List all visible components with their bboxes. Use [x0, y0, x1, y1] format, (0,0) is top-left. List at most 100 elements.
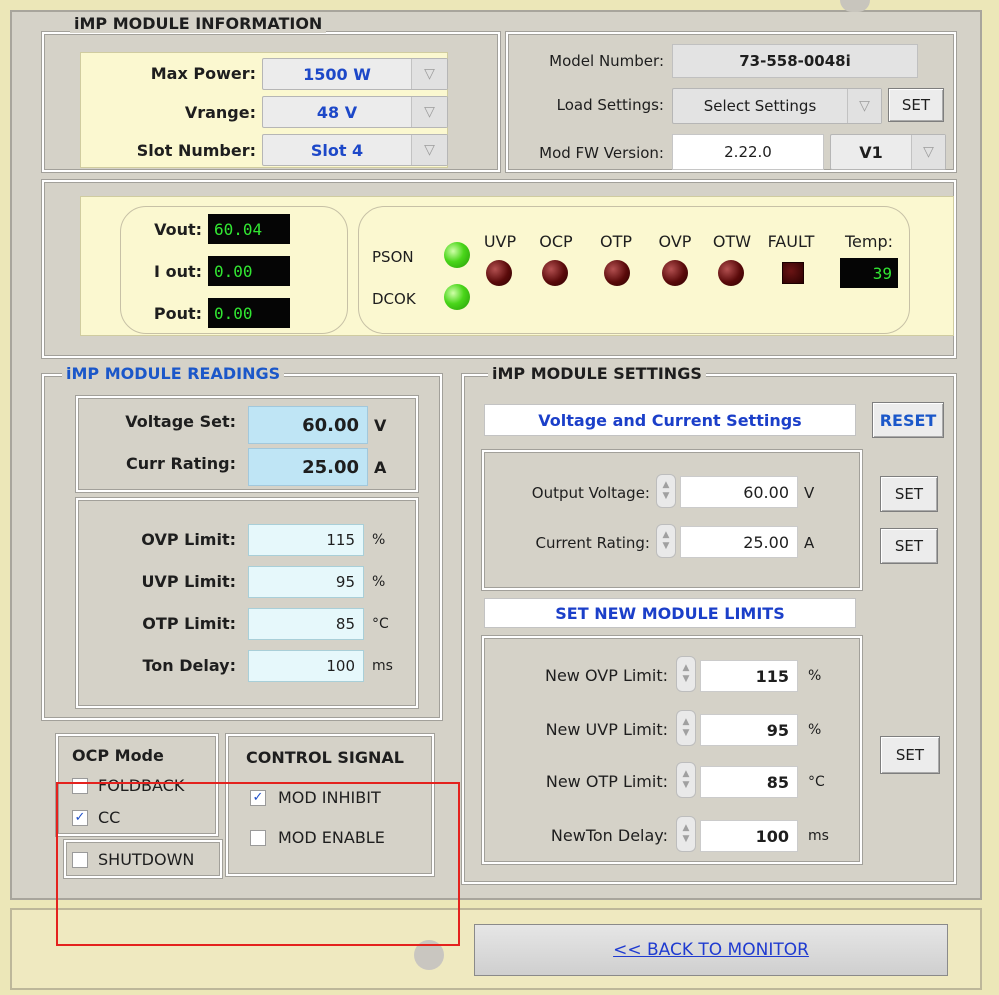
output-voltage-set-button[interactable]: SET: [880, 476, 938, 512]
chevron-down-icon[interactable]: ▽: [411, 59, 447, 89]
pout-label: Pout:: [153, 304, 202, 323]
uvp-limit-label: UVP Limit:: [141, 572, 236, 591]
new-ton-label: NewTon Delay:: [550, 826, 668, 845]
new-uvp-unit: %: [808, 722, 822, 738]
status-indicators-box: [358, 206, 910, 334]
reset-button[interactable]: RESET: [872, 402, 944, 438]
otp-label: OTP: [599, 232, 632, 251]
fault-label: FAULT: [767, 232, 815, 251]
ton-delay-value: 100: [248, 650, 364, 682]
output-voltage-input[interactable]: 60.00: [680, 476, 798, 508]
max-power-label: Max Power:: [150, 64, 256, 83]
fault-indicator: [782, 262, 804, 284]
otp-limit-unit: °C: [372, 616, 389, 632]
load-settings-label: Load Settings:: [556, 96, 664, 114]
ovp-limit-unit: %: [372, 532, 386, 548]
new-ovp-unit: %: [808, 668, 822, 684]
pson-led: [444, 242, 470, 268]
curr-rating-unit: A: [374, 458, 387, 477]
current-rating-input[interactable]: 25.00: [680, 526, 798, 558]
chevron-down-icon[interactable]: ▽: [411, 135, 447, 165]
module-info-legend: iMP MODULE INFORMATION: [70, 14, 327, 33]
output-voltage-spinner[interactable]: ▲ ▼: [656, 474, 676, 508]
chevron-down-icon[interactable]: ▽: [911, 135, 945, 169]
ovp-limit-label: OVP Limit:: [141, 530, 236, 549]
uvp-limit-unit: %: [372, 574, 386, 590]
new-otp-unit: °C: [808, 774, 825, 790]
ocp-mode-title: OCP Mode: [72, 746, 164, 765]
uvp-led: [486, 260, 512, 286]
new-otp-spinner[interactable]: ▲ ▼: [676, 762, 696, 798]
fw-version-select-value: V1: [859, 142, 883, 162]
ton-delay-label: Ton Delay:: [142, 656, 237, 675]
limits-set-button[interactable]: SET: [880, 736, 940, 774]
slot-number-label: Slot Number:: [136, 141, 256, 160]
chevron-down-icon[interactable]: ▽: [847, 89, 881, 123]
vrange-value: 48 V: [316, 102, 358, 122]
current-rating-set-button[interactable]: SET: [880, 528, 938, 564]
model-number-value: 73-558-0048i: [672, 44, 918, 78]
new-uvp-label: New UVP Limit:: [545, 720, 668, 739]
ovp-limit-value: 115: [248, 524, 364, 556]
control-signal-title: CONTROL SIGNAL: [246, 748, 404, 767]
slot-number-value: Slot 4: [310, 140, 364, 160]
fw-version-value: 2.22.0: [672, 134, 824, 170]
new-ton-spinner[interactable]: ▲ ▼: [676, 816, 696, 852]
new-ton-input[interactable]: 100: [700, 820, 798, 852]
output-voltage-unit: V: [804, 484, 815, 502]
dcok-label: DCOK: [372, 290, 416, 308]
voltage-current-box: [482, 450, 862, 590]
new-uvp-spinner[interactable]: ▲ ▼: [676, 710, 696, 746]
load-settings-select[interactable]: Select Settings ▽: [672, 88, 882, 124]
voltage-set-value: 60.00: [248, 406, 368, 444]
otw-label: OTW: [712, 232, 752, 251]
ocp-label: OCP: [539, 232, 573, 251]
iout-display: 0.00: [208, 256, 290, 286]
model-number-label: Model Number:: [549, 52, 664, 70]
voltage-set-label: Voltage Set:: [125, 412, 236, 431]
new-uvp-input[interactable]: 95: [700, 714, 798, 746]
fw-version-label: Mod FW Version:: [539, 144, 664, 162]
fw-version-select[interactable]: V1 ▽: [830, 134, 946, 170]
uvp-limit-value: 95: [248, 566, 364, 598]
vrange-select[interactable]: 48 V ▽: [262, 96, 448, 128]
ton-delay-unit: ms: [372, 658, 393, 674]
back-to-monitor-button[interactable]: << BACK TO MONITOR: [474, 924, 948, 976]
readings-legend: iMP MODULE READINGS: [62, 364, 285, 383]
pson-label: PSON: [372, 248, 414, 266]
otp-led: [604, 260, 630, 286]
load-settings-set-button[interactable]: SET: [888, 88, 944, 122]
iout-label: I out:: [154, 262, 202, 281]
max-power-value: 1500 W: [303, 64, 371, 84]
otp-limit-label: OTP Limit:: [142, 614, 236, 633]
new-otp-input[interactable]: 85: [700, 766, 798, 798]
settings-legend: iMP MODULE SETTINGS: [488, 364, 706, 383]
current-rating-unit: A: [804, 534, 815, 552]
slot-number-select[interactable]: Slot 4 ▽: [262, 134, 448, 166]
current-rating-spinner[interactable]: ▲ ▼: [656, 524, 676, 558]
dcok-led: [444, 284, 470, 310]
new-ovp-input[interactable]: 115: [700, 660, 798, 692]
temp-label: Temp:: [844, 232, 894, 251]
uvp-label: UVP: [483, 232, 517, 251]
max-power-select[interactable]: 1500 W ▽: [262, 58, 448, 90]
voltage-current-header: Voltage and Current Settings: [484, 404, 856, 436]
vrange-label: Vrange:: [184, 103, 256, 122]
pout-display: 0.00: [208, 298, 290, 328]
new-otp-label: New OTP Limit:: [545, 772, 668, 791]
vout-display: 60.04: [208, 214, 290, 244]
temp-display: 39: [840, 258, 898, 288]
chevron-down-icon[interactable]: ▽: [411, 97, 447, 127]
load-settings-value: Select Settings: [703, 97, 817, 115]
ovp-label: OVP: [658, 232, 692, 251]
current-rating-label: Current Rating:: [535, 534, 650, 552]
ovp-led: [662, 260, 688, 286]
curr-rating-label: Curr Rating:: [126, 454, 236, 473]
otw-led: [718, 260, 744, 286]
new-ovp-spinner[interactable]: ▲ ▼: [676, 656, 696, 692]
ocp-led: [542, 260, 568, 286]
otp-limit-value: 85: [248, 608, 364, 640]
highlight-rectangle: [56, 782, 460, 946]
curr-rating-value: 25.00: [248, 448, 368, 486]
output-voltage-label: Output Voltage:: [531, 484, 650, 502]
